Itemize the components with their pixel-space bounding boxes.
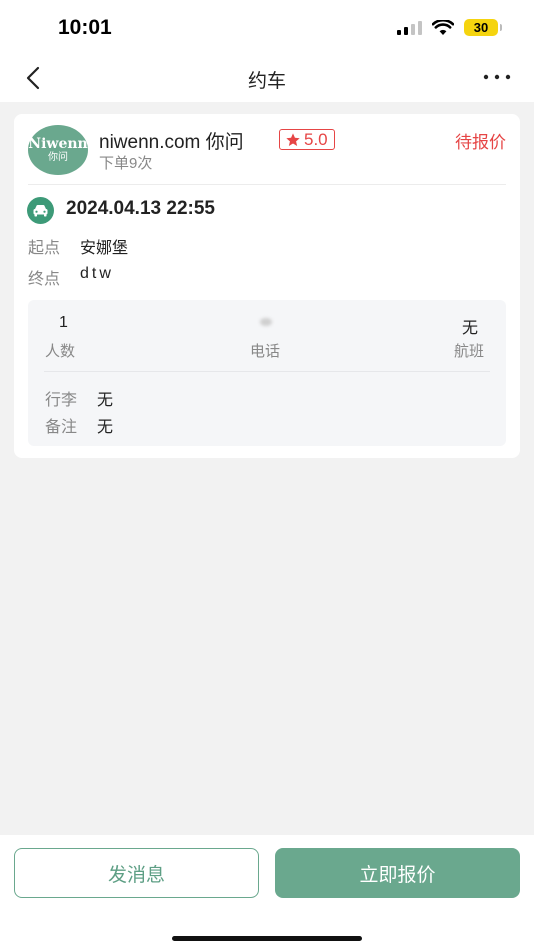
remark-value: 无 — [97, 419, 114, 436]
to-label: 终点 — [28, 271, 61, 288]
order-count: 下单9次 — [99, 155, 153, 172]
rating-badge: 5.0 — [279, 129, 335, 150]
remark-label: 备注 — [45, 419, 78, 436]
cellular-signal-icon — [397, 20, 422, 35]
more-dots-icon[interactable] — [482, 66, 512, 88]
avatar[interactable]: Niwenn 你问 — [28, 125, 88, 175]
passengers-value: 1 — [59, 314, 68, 331]
from-value: 安娜堡 — [80, 240, 129, 257]
user-name: niwenn.com 你问 — [99, 132, 244, 153]
trip-details-box: 1 人数 电话 无 航班 行李 无 备注 无 — [28, 300, 506, 446]
rating-value: 5.0 — [304, 129, 328, 149]
status-icons: 30 — [397, 19, 502, 36]
send-message-button[interactable]: 发消息 — [14, 848, 259, 898]
nav-bar: 约车 — [0, 56, 534, 102]
status-bar: 10:01 30 — [0, 0, 534, 56]
status-time: 10:01 — [58, 16, 112, 39]
divider — [44, 371, 490, 372]
from-label: 起点 — [28, 240, 61, 257]
avatar-text-line1: Niwenn — [28, 136, 88, 152]
avatar-text-line2: 你问 — [48, 152, 68, 163]
to-value: dtw — [80, 265, 114, 282]
home-indicator[interactable] — [172, 936, 362, 941]
status-badge: 待报价 — [455, 133, 506, 152]
star-icon — [286, 132, 300, 146]
luggage-label: 行李 — [45, 392, 78, 409]
pickup-datetime: 2024.04.13 22:55 — [66, 198, 215, 219]
passengers-label: 人数 — [45, 343, 76, 360]
car-icon — [27, 197, 54, 224]
flight-value: 无 — [462, 320, 479, 337]
battery-icon: 30 — [464, 19, 502, 36]
quote-now-button[interactable]: 立即报价 — [275, 848, 520, 898]
divider — [28, 184, 506, 185]
phone-label: 电话 — [250, 343, 281, 360]
bottom-action-bar: 发消息 立即报价 — [0, 835, 534, 950]
luggage-value: 无 — [97, 392, 114, 409]
flight-label: 航班 — [454, 343, 485, 360]
battery-level: 30 — [473, 20, 489, 35]
wifi-icon — [432, 19, 454, 35]
page-title: 约车 — [247, 71, 286, 92]
order-card[interactable]: Niwenn 你问 niwenn.com 你问 5.0 下单9次 待报价 202… — [14, 114, 520, 458]
phone-masked-value — [260, 318, 272, 326]
